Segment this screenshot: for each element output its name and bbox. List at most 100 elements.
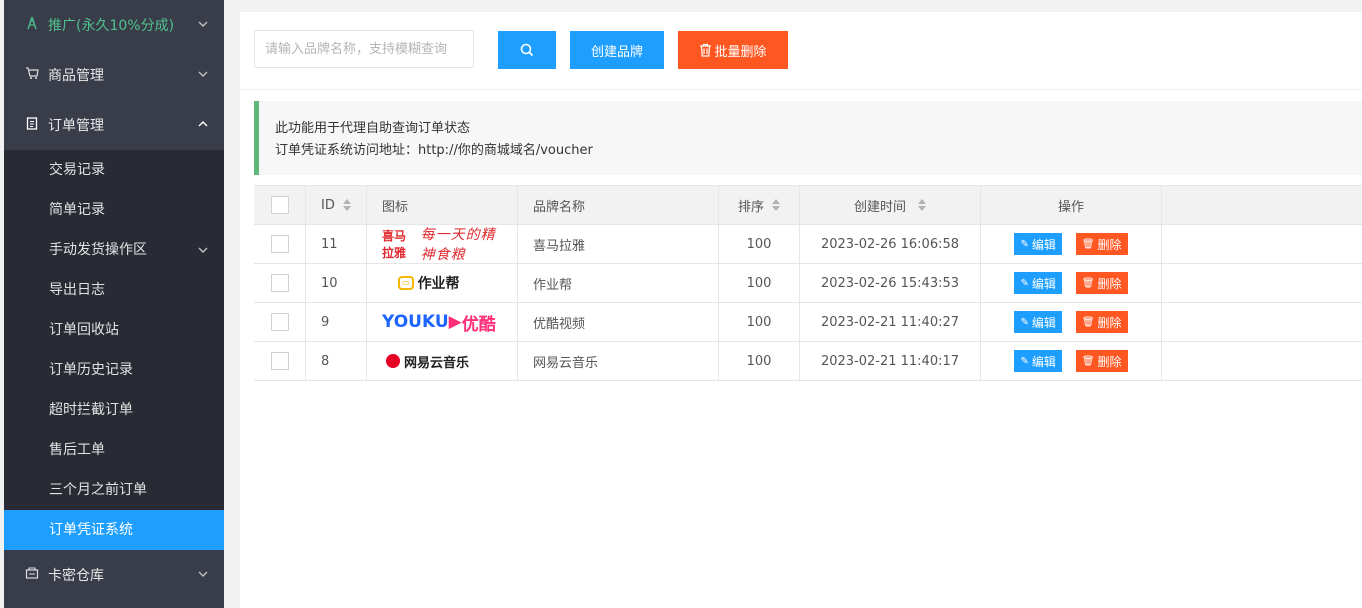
row-id: 11: [306, 225, 367, 263]
table-row: 8 网易云音乐 网易云音乐 100 2023-02-21 11:40:17 ✎ 编…: [254, 342, 1362, 381]
sidebar-item-manual-delivery[interactable]: 手动发货操作区: [4, 230, 224, 270]
header-icon: 图标: [367, 186, 518, 224]
logo-text: YOUKU: [382, 312, 449, 332]
sort-icon[interactable]: [918, 199, 926, 211]
brand-table: ID 图标 品牌名称 排序 创建时间 操作 11 喜马拉雅 每一天的精神食粮 喜马…: [254, 185, 1362, 381]
logo-slogan: 每一天的精神食粮: [420, 227, 496, 263]
delete-label: 删除: [1097, 276, 1122, 291]
header-created[interactable]: 创建时间: [800, 186, 981, 224]
sidebar-item-promotion[interactable]: 推广(永久10%分成): [4, 0, 224, 50]
main-panel: 创建品牌 批量删除 此功能用于代理自助查询订单状态 订单凭证系统访问地址：htt…: [240, 12, 1362, 608]
sidebar-item-card-storage[interactable]: 卡密仓库: [4, 550, 224, 600]
create-brand-button[interactable]: 创建品牌: [570, 31, 664, 69]
trash-icon: 🗑: [1081, 316, 1095, 328]
row-created: 2023-02-26 15:43:53: [800, 264, 981, 302]
chevron-up-icon: [198, 121, 208, 127]
row-logo-cell: YOUKU ▶ 优酷: [367, 303, 518, 341]
edit-button[interactable]: ✎ 编辑: [1014, 272, 1062, 294]
edit-label: 编辑: [1031, 354, 1056, 369]
edit-label: 编辑: [1031, 315, 1056, 330]
row-checkbox[interactable]: [270, 235, 289, 253]
delete-label: 删除: [1097, 354, 1122, 369]
select-all-checkbox[interactable]: [270, 196, 289, 214]
sidebar-item-orders[interactable]: 订单管理: [4, 100, 224, 150]
header-created-label: 创建时间: [853, 199, 906, 215]
sidebar-item-voucher-system[interactable]: 订单凭证系统: [4, 510, 224, 550]
row-name: 网易云音乐: [518, 342, 719, 380]
delete-button[interactable]: 🗑 删除: [1075, 233, 1128, 255]
row-name: 喜马拉雅: [518, 225, 719, 263]
row-id: 9: [306, 303, 367, 341]
pencil-icon: ✎: [1020, 277, 1029, 289]
header-name: 品牌名称: [518, 186, 719, 224]
sidebar-item-goods[interactable]: 商品管理: [4, 50, 224, 100]
table-row: 10 ▭ 作业帮 作业帮 100 2023-02-26 15:43:53 ✎ 编辑 …: [254, 264, 1362, 303]
row-sort: 100: [719, 342, 800, 380]
pencil-icon: ✎: [1020, 316, 1029, 328]
row-checkbox-cell: [254, 225, 306, 263]
sidebar-item-order-history[interactable]: 订单历史记录: [4, 350, 224, 390]
clipboard-icon: [24, 116, 40, 134]
sidebar-item-recycle-bin[interactable]: 订单回收站: [4, 310, 224, 350]
sort-icon[interactable]: [342, 199, 351, 211]
logo-text: 网易云音乐: [404, 355, 470, 371]
notice-line-1: 此功能用于代理自助查询订单状态: [275, 121, 471, 136]
edit-button[interactable]: ✎ 编辑: [1014, 233, 1062, 255]
netease-music-icon: [386, 354, 400, 368]
sidebar-item-transactions[interactable]: 交易记录: [4, 150, 224, 190]
trash-icon: 🗑: [1081, 238, 1095, 250]
row-sort: 100: [719, 225, 800, 263]
sidebar-item-label: 卡密仓库: [48, 568, 104, 584]
sidebar-item-aftersale[interactable]: 售后工单: [4, 430, 224, 470]
sidebar-item-simple-records[interactable]: 简单记录: [4, 190, 224, 230]
row-logo-cell: ▭ 作业帮: [367, 264, 518, 302]
logo-text: 喜马拉雅: [382, 229, 407, 260]
row-created: 2023-02-21 11:40:27: [800, 303, 981, 341]
row-name: 优酷视频: [518, 303, 719, 341]
logo-sub-text: 优酷: [461, 314, 496, 335]
row-checkbox[interactable]: [270, 274, 289, 292]
row-checkbox-cell: [254, 303, 306, 341]
edit-label: 编辑: [1031, 276, 1056, 291]
row-sort: 100: [719, 303, 800, 341]
edit-button[interactable]: ✎ 编辑: [1014, 311, 1062, 333]
header-id-label: ID: [321, 197, 335, 213]
trash-icon: [700, 43, 712, 57]
delete-button[interactable]: 🗑 删除: [1075, 272, 1128, 294]
delete-button[interactable]: 🗑 删除: [1075, 350, 1128, 372]
row-created: 2023-02-21 11:40:17: [800, 342, 981, 380]
ximalaya-logo: 喜马拉雅 每一天的精神食粮: [382, 227, 502, 263]
cart-icon: [24, 66, 40, 84]
row-actions: ✎ 编辑 🗑 删除: [981, 342, 1162, 380]
chevron-down-icon: [198, 571, 208, 577]
search-icon: [520, 43, 534, 57]
header-actions: 操作: [981, 186, 1162, 224]
header-sort[interactable]: 排序: [719, 186, 800, 224]
delete-button[interactable]: 🗑 删除: [1075, 311, 1128, 333]
header-sort-label: 排序: [737, 199, 764, 215]
batch-delete-button[interactable]: 批量删除: [678, 31, 788, 69]
sidebar-item-old-orders[interactable]: 三个月之前订单: [4, 470, 224, 510]
notice-line-2: 订单凭证系统访问地址：http://你的商城域名/voucher: [275, 143, 593, 158]
netease-music-logo: 网易云音乐: [386, 348, 469, 374]
sidebar-item-timeout-orders[interactable]: 超时拦截订单: [4, 390, 224, 430]
table-header: ID 图标 品牌名称 排序 创建时间 操作: [254, 186, 1362, 225]
row-filler: [1162, 342, 1362, 380]
edit-button[interactable]: ✎ 编辑: [1014, 350, 1062, 372]
header-filler: [1162, 186, 1362, 224]
sidebar: 推广(永久10%分成) 商品管理 订单管理 交易记录 简单记录 手动发货操作区 …: [4, 0, 224, 608]
row-name: 作业帮: [518, 264, 719, 302]
sidebar-item-export-log[interactable]: 导出日志: [4, 270, 224, 310]
sort-icon[interactable]: [772, 199, 780, 211]
toolbar: 创建品牌 批量删除: [240, 12, 1362, 90]
delete-label: 删除: [1097, 315, 1122, 330]
logo-badge-icon: ▭: [398, 276, 414, 290]
row-checkbox[interactable]: [270, 313, 289, 331]
chevron-down-icon: [198, 21, 208, 27]
search-button[interactable]: [498, 31, 556, 69]
row-created: 2023-02-26 16:06:58: [800, 225, 981, 263]
header-id[interactable]: ID: [306, 186, 367, 224]
table-row: 9 YOUKU ▶ 优酷 优酷视频 100 2023-02-21 11:40:27 …: [254, 303, 1362, 342]
brand-search-input[interactable]: [254, 30, 474, 68]
row-checkbox[interactable]: [270, 352, 289, 370]
